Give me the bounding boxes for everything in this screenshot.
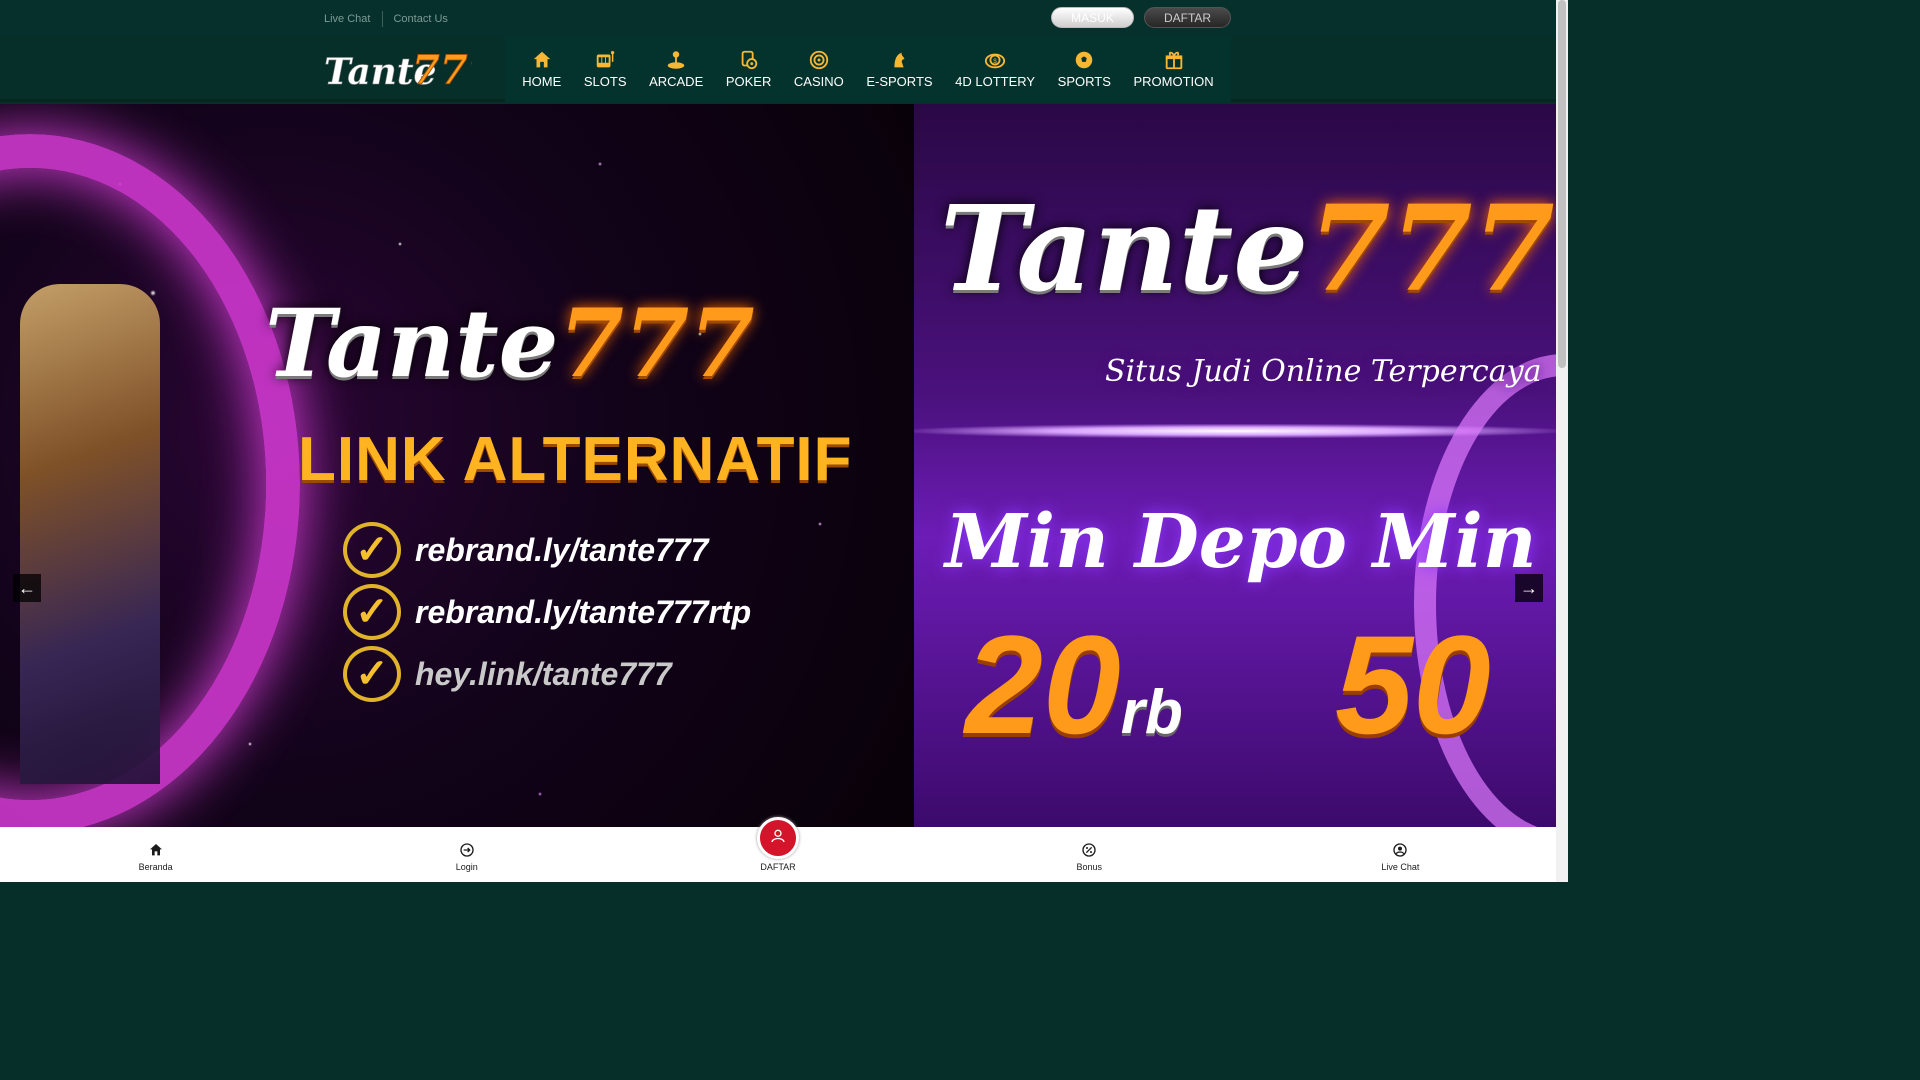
menu-label: CASINO [793,74,844,89]
menu-promotion[interactable]: PROMOTION [1133,49,1214,89]
bottom-nav-label: DAFTAR [760,862,796,872]
slide2-amount-min-depo: 20rb [965,606,1183,763]
menu-label: 4D LOTTERY [955,74,1036,89]
home-icon [533,51,551,68]
soccer-ball-icon [1076,51,1093,69]
menu-label: PROMOTION [1133,74,1214,89]
bottom-nav-bonus[interactable]: Bonus [934,827,1245,882]
menu-4d-lottery[interactable]: $ 4D LOTTERY [955,49,1035,89]
alternative-links-list: ✓ rebrand.ly/tante777 ✓ rebrand.ly/tante… [343,519,751,705]
bottom-nav-login[interactable]: Login [311,827,622,882]
main-menu: HOME SLOTS ARCADE POKER CASINO E-SPORTS … [505,36,1231,102]
contact-us-link[interactable]: Contact Us [393,13,459,25]
slide2-tagline: Situs Judi Online Terpercaya [1105,354,1542,389]
warrior-character-image [20,284,160,784]
discount-icon [1082,842,1096,857]
user-avatar-icon [757,817,799,859]
menu-label: HOME [522,74,562,89]
menu-esports[interactable]: E-SPORTS [866,49,933,89]
bottom-navigation: Beranda Login DAFTAR Bonus Live Chat [0,817,1556,882]
bottom-nav-label: Beranda [138,861,173,872]
list-item: ✓ rebrand.ly/tante777rtp [343,581,751,643]
bottom-nav-label: Live Chat [1381,861,1420,872]
slide1-headline: LINK ALTERNATIF [298,425,853,494]
checkmark-icon: ✓ [343,522,401,578]
menu-casino[interactable]: CASINO [794,49,844,89]
menu-label: POKER [725,74,772,89]
arrow-right-icon: → [1520,578,1538,598]
list-item: ✓ rebrand.ly/tante777 [343,519,751,581]
carousel-next-button[interactable]: → [1515,574,1543,602]
bottom-nav-live-chat[interactable]: Live Chat [1245,827,1556,882]
home-icon [149,843,162,855]
svg-text:777: 777 [412,47,472,94]
menu-label: SPORTS [1057,74,1111,89]
menu-label: E-SPORTS [866,74,933,89]
slide2-brand-logo: Tante777 [940,179,1555,318]
slot-machine-icon [596,51,615,68]
lottery-ball-icon: $ [985,53,1006,69]
svg-text:$: $ [993,58,997,65]
slide1-brand-logo: Tante777 [265,289,755,399]
promo-carousel[interactable]: Tante777 LINK ALTERNATIF ✓ rebrand.ly/ta… [0,104,1556,827]
bottom-nav-beranda[interactable]: Beranda [0,827,311,882]
alt-link-text: rebrand.ly/tante777 [415,531,709,568]
checkmark-icon: ✓ [343,646,401,702]
live-chat-link[interactable]: Live Chat [324,13,382,25]
menu-label: ARCADE [649,74,704,89]
masuk-button[interactable]: MASUK [1051,7,1134,28]
page-scrollbar[interactable] [1556,0,1568,882]
poker-chip-icon [741,50,757,70]
menu-poker[interactable]: POKER [725,49,772,89]
carousel-prev-button[interactable]: ← [13,574,41,602]
joystick-icon [667,51,685,69]
roulette-icon [809,50,829,70]
menu-slots[interactable]: SLOTS [583,49,627,89]
menu-arcade[interactable]: ARCADE [649,49,703,89]
top-links: Live Chat Contact Us [324,11,460,27]
checkmark-icon: ✓ [343,584,401,640]
bottom-nav-label: Login [455,861,478,872]
slide2-promo-text: Min Depo Min W [945,499,1556,585]
bottom-nav-daftar[interactable]: DAFTAR [622,817,933,882]
daftar-button[interactable]: DAFTAR [1144,7,1231,28]
alt-link-text: rebrand.ly/tante777rtp [415,593,752,630]
menu-home[interactable]: HOME [522,49,561,89]
menu-sports[interactable]: SPORTS [1058,49,1111,89]
bottom-nav-label: Bonus [1076,861,1102,872]
carousel-slide-link-alternatif[interactable]: Tante777 LINK ALTERNATIF ✓ rebrand.ly/ta… [0,104,914,827]
user-avatar-glyph [771,829,785,843]
logo-graphic: Tante 777 [324,47,496,95]
divider [382,11,384,27]
main-navbar: Tante 777 HOME SLOTS ARCADE POKER CASINO… [0,36,1556,102]
menu-label: SLOTS [583,74,627,89]
headset-icon [1393,842,1408,857]
top-bar: Live Chat Contact Us MASUK DAFTAR [0,0,1556,36]
slide2-amount-min-wd: 50 [1335,606,1491,763]
scrollbar-thumb[interactable] [1558,0,1566,368]
list-item: ✓ hey.link/tante777 [343,643,751,705]
login-icon [460,842,474,857]
alt-link-text: hey.link/tante777 [415,655,672,692]
gift-icon [1165,51,1182,70]
site-logo[interactable]: Tante 777 [324,44,496,95]
esports-icon [894,52,905,68]
arrow-left-icon: ← [18,578,36,598]
